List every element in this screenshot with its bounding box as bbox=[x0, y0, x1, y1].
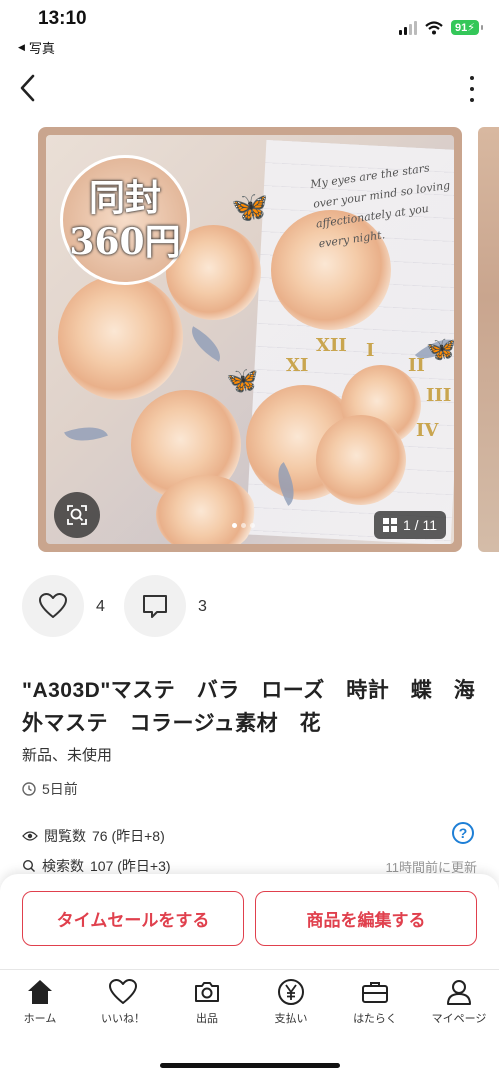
comment-bubble-icon bbox=[143, 595, 167, 618]
cellular-signal-icon bbox=[399, 20, 418, 35]
heart-icon bbox=[109, 979, 137, 1004]
tab-work-label: はたらく bbox=[353, 1013, 397, 1025]
help-icon[interactable]: ? bbox=[452, 822, 474, 844]
next-image-peek[interactable] bbox=[478, 127, 499, 552]
wifi-icon bbox=[425, 20, 443, 34]
product-image[interactable]: 🦋 🦋 🦋 My eyes are the stars over your mi… bbox=[38, 127, 462, 552]
grid-icon bbox=[383, 518, 397, 532]
image-counter: 1 / 11 bbox=[374, 511, 446, 539]
views-value: 76 (昨日+8) bbox=[92, 828, 165, 844]
clock-icon bbox=[22, 782, 36, 796]
posted-time-text: 5日前 bbox=[42, 781, 78, 797]
image-counter-text: 1 / 11 bbox=[403, 517, 437, 533]
butterfly-decoration: 🦋 bbox=[426, 336, 454, 363]
like-button[interactable] bbox=[22, 575, 84, 637]
status-icons: 91⚡ bbox=[399, 20, 483, 35]
tab-payment[interactable]: 支払い bbox=[256, 978, 326, 1026]
butterfly-decoration: 🦋 bbox=[231, 191, 269, 224]
more-options-icon[interactable] bbox=[467, 76, 477, 102]
tab-home-label: ホーム bbox=[23, 1013, 57, 1025]
camera-icon bbox=[195, 982, 219, 1002]
search-label: 検索数 bbox=[42, 858, 84, 874]
tab-sell[interactable]: 出品 bbox=[172, 978, 242, 1026]
home-indicator bbox=[160, 1063, 340, 1068]
zoom-search-icon bbox=[67, 505, 87, 525]
home-icon bbox=[28, 980, 52, 1004]
back-triangle-icon: ◀ bbox=[18, 42, 25, 52]
shipping-badge: 同封 360円 bbox=[60, 155, 190, 285]
like-count: 4 bbox=[96, 598, 105, 615]
tab-sell-label: 出品 bbox=[196, 1013, 218, 1025]
battery-level: 91 bbox=[455, 22, 468, 34]
tab-mypage[interactable]: マイページ bbox=[424, 978, 494, 1026]
search-stat: 検索数 107 (昨日+3) bbox=[22, 856, 171, 876]
tab-home[interactable]: ホーム bbox=[5, 978, 75, 1026]
views-label: 閲覧数 bbox=[44, 828, 86, 844]
yen-icon bbox=[278, 979, 304, 1005]
product-title: "A303D"マステ バラ ローズ 時計 蝶 海外マステ コラージュ素材 花 bbox=[22, 679, 476, 735]
eye-icon bbox=[22, 831, 38, 841]
search-value: 107 (昨日+3) bbox=[90, 858, 171, 874]
butterfly-decoration: 🦋 bbox=[226, 365, 259, 395]
badge-line-2: 360円 bbox=[69, 221, 181, 263]
badge-line-1: 同封 bbox=[88, 177, 161, 219]
posted-time: 5日前 bbox=[22, 779, 78, 799]
heart-icon bbox=[39, 593, 67, 618]
briefcase-icon bbox=[362, 982, 388, 1003]
battery-icon: 91⚡ bbox=[451, 20, 483, 35]
back-app-label: 写真 bbox=[28, 41, 55, 56]
comment-button[interactable] bbox=[124, 575, 186, 637]
tab-work[interactable]: はたらく bbox=[340, 978, 410, 1026]
page-dots bbox=[232, 523, 255, 528]
edit-product-button[interactable]: 商品を編集する bbox=[255, 891, 477, 946]
search-icon bbox=[22, 859, 35, 872]
product-condition: 新品、未使用 bbox=[22, 747, 113, 764]
tab-mypage-label: マイページ bbox=[431, 1013, 487, 1025]
tab-likes-label: いいね！ bbox=[101, 1013, 145, 1025]
views-stat: 閲覧数 76 (昨日+8) bbox=[22, 826, 165, 846]
timesale-button[interactable]: タイムセールをする bbox=[22, 891, 244, 946]
zoom-button[interactable] bbox=[54, 492, 100, 538]
back-chevron-icon[interactable] bbox=[14, 70, 44, 106]
person-icon bbox=[447, 980, 471, 1005]
tab-likes[interactable]: いいね！ bbox=[88, 978, 158, 1026]
back-to-app[interactable]: ◀ 写真 bbox=[18, 38, 55, 57]
comment-count: 3 bbox=[198, 598, 207, 615]
status-time: 13:10 bbox=[38, 8, 87, 29]
tab-payment-label: 支払い bbox=[274, 1013, 308, 1025]
